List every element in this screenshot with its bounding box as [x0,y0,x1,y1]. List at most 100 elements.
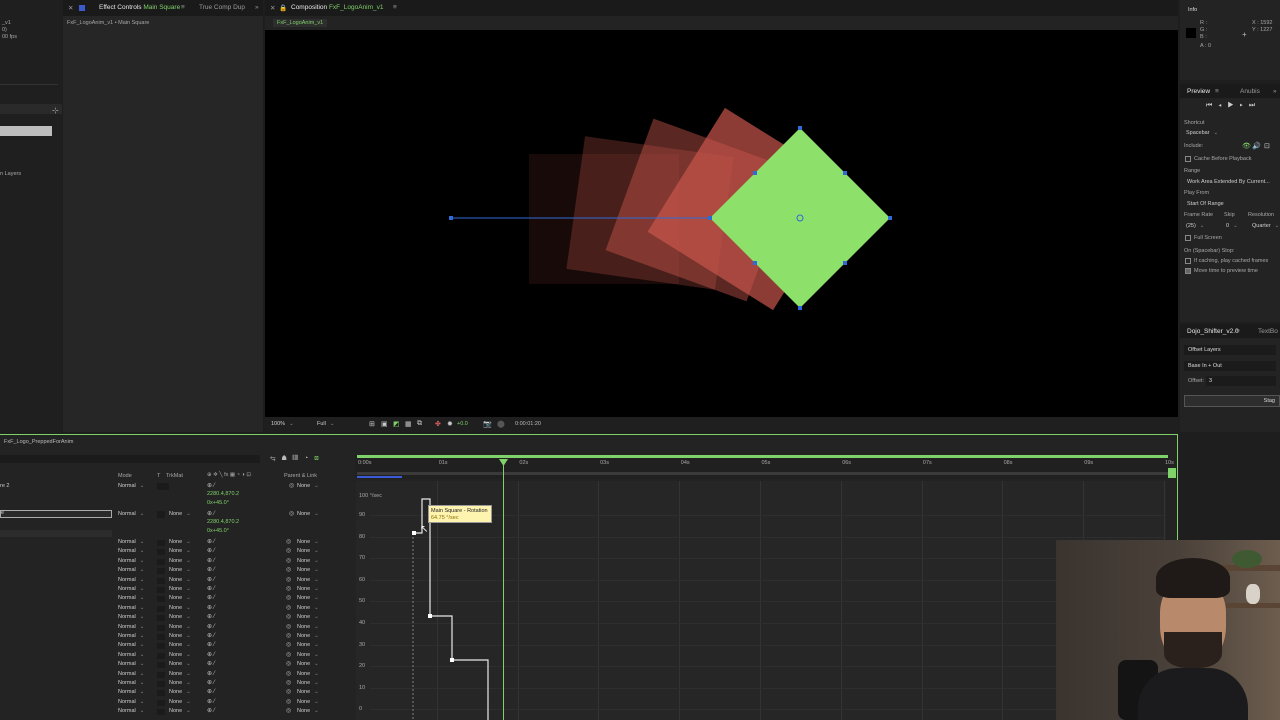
layer-pickwhip-icon[interactable]: ◎ [286,632,291,639]
layer-mode-dropdown[interactable]: Normal [118,595,144,601]
layer-pickwhip-icon[interactable]: ◎ [286,585,291,592]
layer-t-box[interactable] [157,558,165,565]
tab-dojo-shifter[interactable]: Dojo_Shifter_v2.0 [1187,328,1239,335]
layer-switch-icon[interactable]: ⊕ ⁄ [207,566,215,573]
layer-row[interactable]: Normal None ⊕ ⁄ ◎ None [0,605,350,614]
timeline-search-bar[interactable] [0,455,260,463]
layer-parent-dropdown[interactable]: None [297,614,319,620]
layer-mode-dropdown[interactable]: Normal [118,652,144,658]
layer-pickwhip-icon[interactable]: ◎ [286,576,291,583]
layer-trkmat-dropdown[interactable]: None [169,652,191,658]
layer-pickwhip-icon[interactable]: ◎ [286,538,291,545]
row2-trkmat-box[interactable] [157,511,165,518]
layer-switch-icon[interactable]: ⊕ ⁄ [207,632,215,639]
show-snapshot-icon[interactable]: ⬤ [497,420,505,428]
layer-row[interactable]: Normal None ⊕ ⁄ ◎ None [0,595,350,604]
exposure-value[interactable]: +0.0 [457,421,468,427]
layer-t-box[interactable] [157,540,165,546]
layer-trkmat-dropdown[interactable]: None [169,689,191,695]
layer-mode-dropdown[interactable]: Normal [118,567,144,573]
work-area-bar[interactable] [357,455,1168,458]
row1-mode[interactable]: Normal [118,483,144,489]
layer-switch-icon[interactable]: ⊕ ⁄ [207,660,215,667]
layer-mode-dropdown[interactable]: Normal [118,539,144,545]
layer-pickwhip-icon[interactable]: ◎ [286,698,291,705]
row1-rotation[interactable]: 0x+45.0° [207,500,229,506]
layer-parent-dropdown[interactable]: None [297,661,319,667]
layer-parent-dropdown[interactable]: None [297,671,319,677]
layer-pickwhip-icon[interactable]: ◎ [286,566,291,573]
next-frame-icon[interactable]: ▸ [1240,102,1249,109]
offset-layers-button[interactable]: Offset Layers [1184,345,1276,355]
layer-switch-icon[interactable]: ⊕ ⁄ [207,538,215,545]
layer-t-box[interactable] [157,699,165,706]
layer-switch-icon[interactable]: ⊕ ⁄ [207,604,215,611]
layer-mode-dropdown[interactable]: Normal [118,661,144,667]
layer-parent-dropdown[interactable]: None [297,558,319,564]
layer-pickwhip-icon[interactable]: ◎ [286,557,291,564]
layer-row[interactable]: Normal None ⊕ ⁄ ◎ None [0,642,350,651]
layer-mode-dropdown[interactable]: Normal [118,624,144,630]
comp-flowchart-icon[interactable]: ⥃ [270,455,282,462]
layer-trkmat-dropdown[interactable]: None [169,699,191,705]
layer-row[interactable]: Normal None ⊕ ⁄ ◎ None [0,577,350,586]
layer-name-partial[interactable]: re 2 [0,483,9,489]
row2-rotation[interactable]: 0x+45.0° [207,528,229,534]
layer-t-box[interactable] [157,709,165,716]
row2-position[interactable]: 2280.4,870.2 [207,519,239,525]
resolution-dropdown[interactable]: Full [317,421,334,427]
layer-t-box[interactable] [157,549,165,556]
playhead-line[interactable] [503,460,504,720]
layer-parent-dropdown[interactable]: None [297,595,319,601]
layer-parent-dropdown[interactable]: None [297,577,319,583]
layer-trkmat-dropdown[interactable]: None [169,586,191,592]
layer-row[interactable]: Normal None ⊕ ⁄ ◎ None [0,624,350,633]
layer-row[interactable]: Normal None ⊕ ⁄ ◎ None [0,567,350,576]
layer-trkmat-dropdown[interactable]: None [169,680,191,686]
layer-pickwhip-icon[interactable]: ◎ [286,613,291,620]
layer-switch-icon[interactable]: ⊕ ⁄ [207,557,215,564]
layer-switch-icon[interactable]: ⊕ ⁄ [207,547,215,554]
layer-switch-icon[interactable]: ⊕ ⁄ [207,613,215,620]
motion-blur-icon[interactable]: ◔ [304,455,314,462]
play-icon[interactable]: ▶ [1227,102,1239,109]
layer-mode-dropdown[interactable]: Normal [118,671,144,677]
composition-canvas[interactable] [265,30,1178,415]
project-item-layers[interactable]: n Layers [0,171,21,177]
skip-dropdown[interactable]: 0 [1226,223,1238,229]
include-audio-icon[interactable]: 🔊 [1252,142,1261,150]
range-dropdown[interactable]: Work Area Extended By Current... [1187,179,1270,185]
exposure-icon[interactable]: ✹ [447,420,453,428]
current-timecode[interactable]: 0:00:01:20 [515,421,541,427]
layer-trkmat-dropdown[interactable]: None [169,633,191,639]
layer-parent-dropdown[interactable]: None [297,680,319,686]
row2-mode[interactable]: Normal [118,511,144,517]
layer-t-box[interactable] [157,690,165,697]
layer-mode-dropdown[interactable]: Normal [118,642,144,648]
layer-trkmat-dropdown[interactable]: None [169,558,191,564]
color-channel-icon[interactable]: ✤ [435,420,441,428]
layer-row[interactable]: Normal None ⊕ ⁄ ◎ None [0,661,350,670]
layer-row[interactable]: Normal None ⊕ ⁄ ◎ None [0,689,350,698]
transparency-icon[interactable]: ▦ [405,420,412,428]
tab-composition[interactable]: Composition FxF_LogoAnim_v1 [291,4,384,11]
layer-mode-dropdown[interactable]: Normal [118,689,144,695]
draft-3d-icon[interactable]: ☗ [282,455,293,462]
layer-parent-dropdown[interactable]: None [297,539,319,545]
layer-switch-icon[interactable]: ⊕ ⁄ [207,585,215,592]
tab-menu-icon[interactable]: ≡ [393,4,397,11]
resolution-dropdown[interactable]: Quarter [1252,223,1279,229]
close-icon[interactable]: ✕ [270,4,275,12]
graph-editor[interactable]: 100 °/sec 90 80 70 60 50 40 30 20 10 0 Main Squar… [356,481,1166,720]
layer-parent-dropdown[interactable]: None [297,708,319,714]
layer-pickwhip-icon[interactable]: ◎ [286,679,291,686]
layer-t-box[interactable] [157,624,165,631]
ease-dropdown[interactable]: Base In + Out [1184,361,1276,371]
layer-trkmat-dropdown[interactable]: None [169,567,191,573]
layer-parent-dropdown[interactable]: None [297,699,319,705]
layer-row[interactable]: Normal None ⊕ ⁄ ◎ None [0,614,350,623]
cache-checkbox[interactable] [1185,156,1191,162]
layer-parent-dropdown[interactable]: None [297,586,319,592]
tab-preview[interactable]: Preview [1187,88,1210,95]
tab-textbox[interactable]: TextBo [1258,328,1278,335]
